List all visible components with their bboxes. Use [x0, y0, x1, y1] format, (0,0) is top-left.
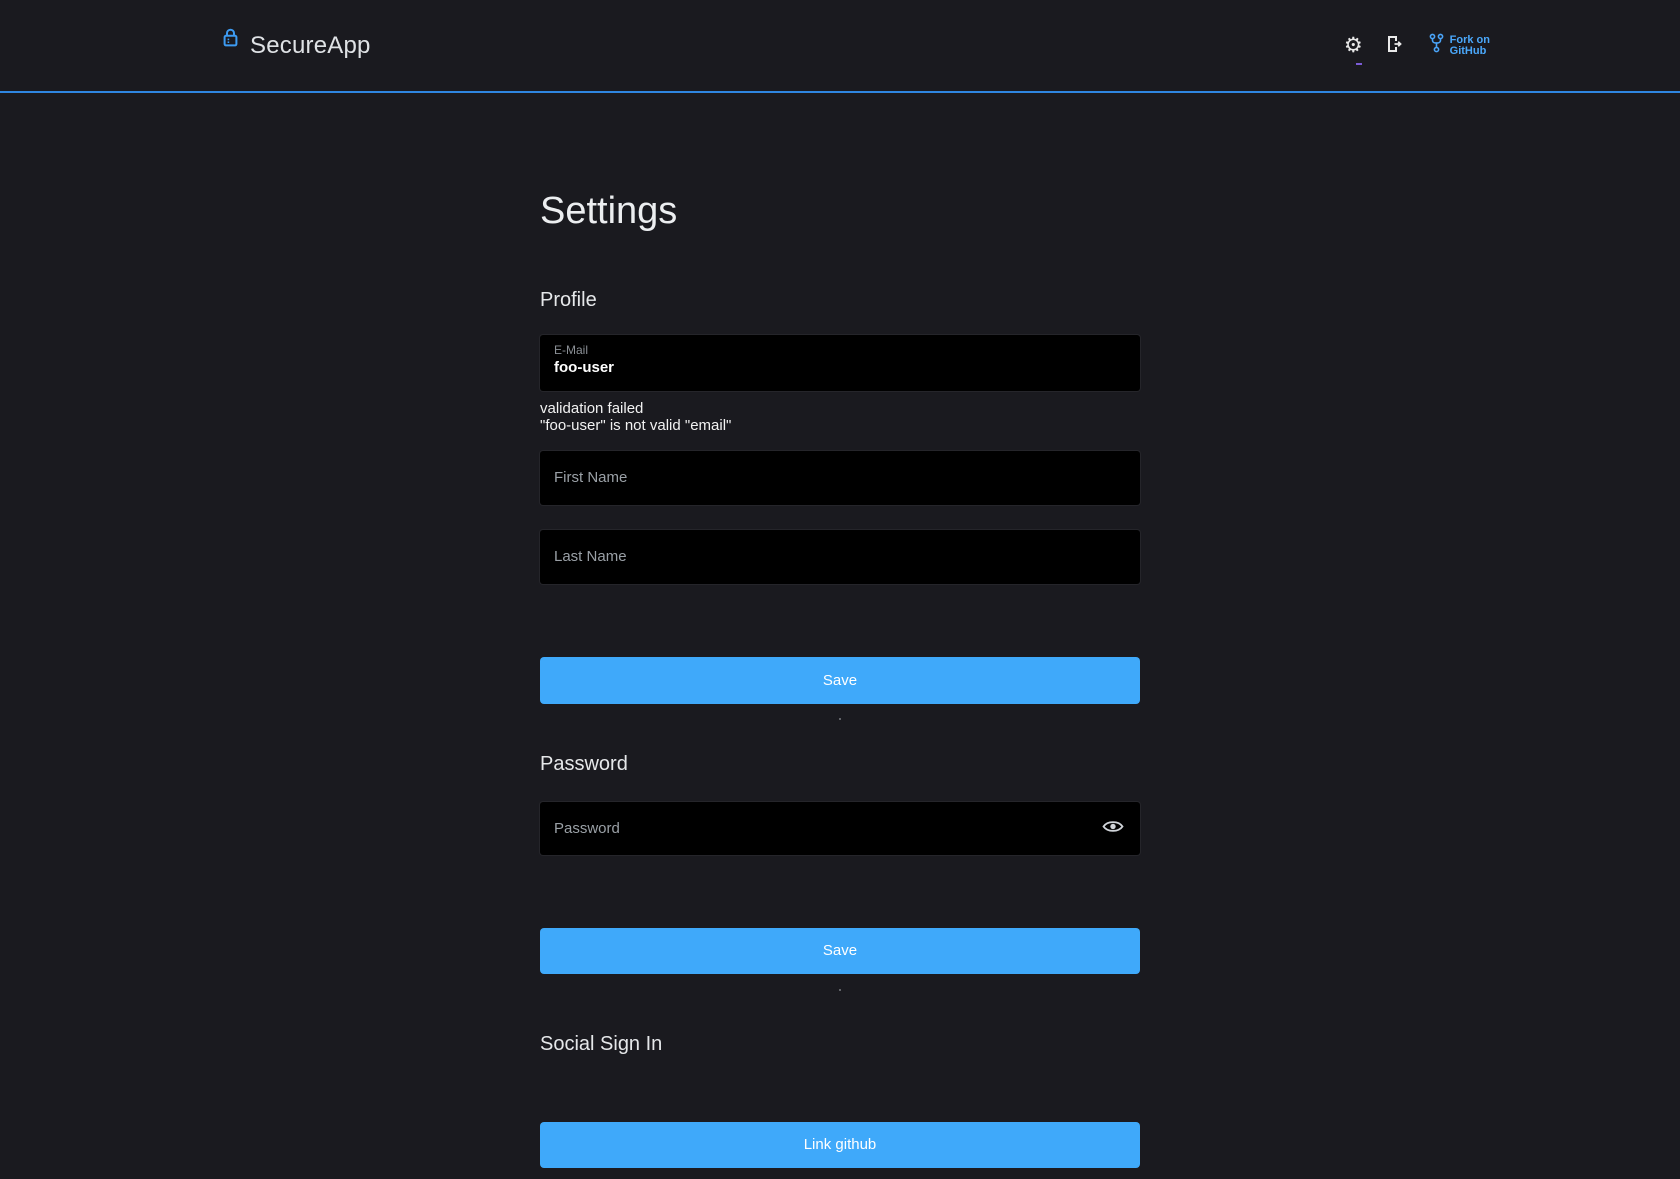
lock-icon — [222, 27, 239, 52]
loading-dot — [839, 718, 841, 720]
gear-badge — [1356, 63, 1362, 65]
fork-on-github-link[interactable]: Fork on GitHub — [1429, 33, 1490, 58]
first-name-input[interactable] — [540, 451, 1140, 505]
password-save-button[interactable]: Save — [540, 928, 1140, 974]
password-section-heading: Password — [540, 753, 1140, 776]
link-github-button[interactable]: Link github — [540, 1122, 1140, 1168]
toggle-password-visibility-button[interactable] — [1102, 819, 1124, 838]
password-field — [540, 802, 1140, 855]
profile-section-heading: Profile — [540, 289, 1140, 312]
page-title: Settings — [540, 189, 1140, 235]
settings-page: Settings Profile E-Mail validation faile… — [540, 93, 1140, 1168]
loading-dot — [839, 989, 841, 991]
gear-icon: ⚙ — [1344, 35, 1363, 56]
password-input[interactable] — [540, 802, 1140, 855]
app-title: SecureApp — [250, 32, 371, 60]
email-input[interactable] — [554, 359, 1126, 376]
fork-link-label: Fork on GitHub — [1450, 35, 1490, 57]
brand: SecureApp — [222, 32, 371, 60]
email-field[interactable]: E-Mail — [540, 335, 1140, 391]
eye-icon — [1102, 819, 1124, 838]
validation-line-1: validation failed — [540, 400, 1140, 417]
logout-button[interactable] — [1382, 32, 1406, 59]
app-header: SecureApp ⚙ — [0, 0, 1680, 93]
git-fork-icon — [1429, 33, 1444, 58]
profile-save-button[interactable]: Save — [540, 657, 1140, 704]
settings-button[interactable]: ⚙ — [1342, 33, 1365, 58]
last-name-input[interactable] — [540, 530, 1140, 584]
validation-line-2: "foo-user" is not valid "email" — [540, 417, 1140, 434]
header-actions: ⚙ Fork on GitHub — [1342, 32, 1490, 59]
logout-icon — [1384, 34, 1404, 57]
email-field-label: E-Mail — [554, 343, 1126, 357]
social-section-heading: Social Sign In — [540, 1033, 1140, 1056]
email-validation-error: validation failed "foo-user" is not vali… — [540, 400, 1140, 434]
